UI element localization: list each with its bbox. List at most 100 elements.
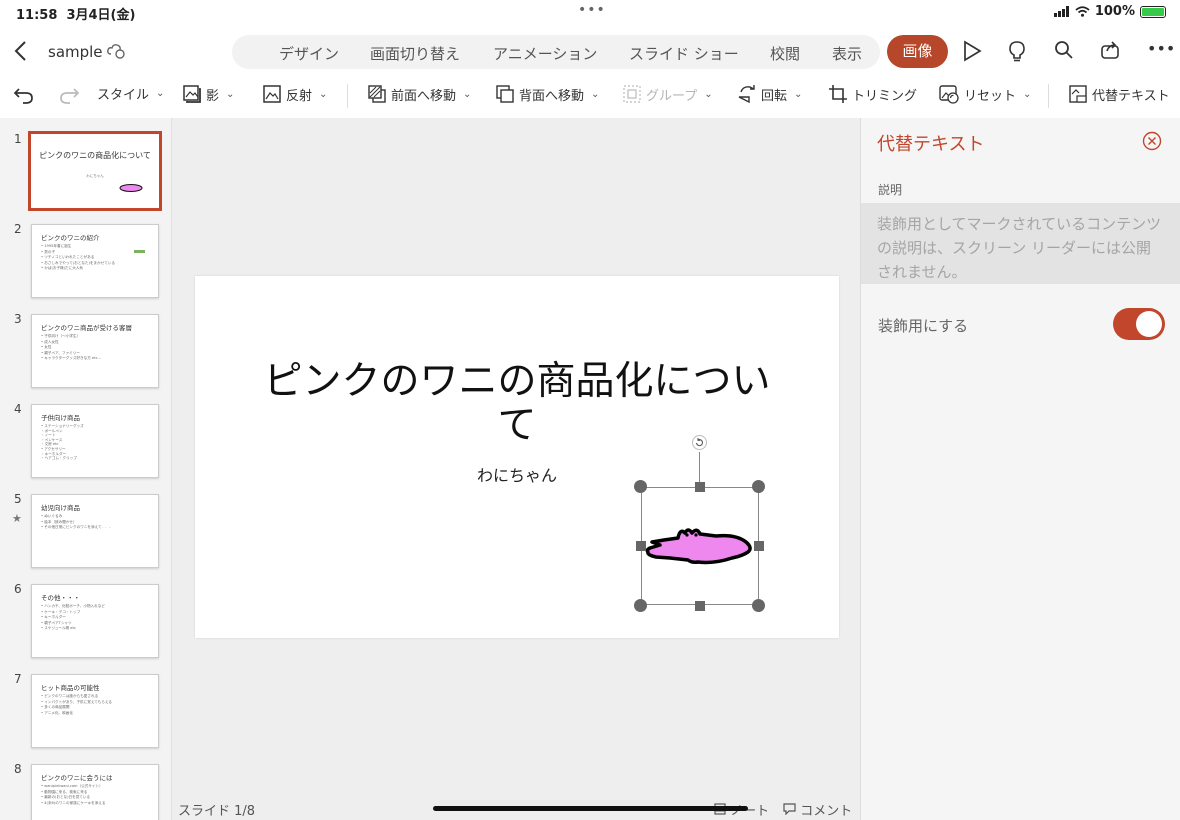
thumb-title: その他・・・ bbox=[41, 594, 80, 602]
tab-design[interactable]: デザイン bbox=[279, 43, 339, 64]
slide-preview[interactable]: その他・・・ • ハンカチ、化粧ポーチ、小物入れなど • ケーキ・デコ・トップ • … bbox=[31, 584, 159, 658]
thumb-title: ヒット商品の可能性 bbox=[41, 684, 100, 692]
rotate-handle-icon[interactable] bbox=[692, 435, 707, 450]
thumb-body: • 1995年春に誕生 • 男の子 • ツチノコといわれたことがある • おさしみでや… bbox=[41, 244, 116, 270]
rotation-stem bbox=[699, 452, 700, 486]
thumb-title: 子供向け商品 bbox=[41, 414, 80, 422]
animation-star-icon: ★ bbox=[12, 512, 22, 525]
comments-button[interactable]: コメント bbox=[783, 800, 852, 819]
thumb-title: ピンクのワニの紹介 bbox=[41, 234, 100, 242]
tab-review[interactable]: 校閲 bbox=[770, 43, 800, 64]
tab-transitions[interactable]: 画面切り替え bbox=[370, 43, 460, 64]
alt-text-panel: 代替テキスト 説明 装飾用としてマークされているコンテンツの説明は、スクリーン … bbox=[860, 118, 1180, 820]
undo-icon[interactable] bbox=[13, 84, 35, 106]
thumb-body: • ピンクのワニは誰からも愛される • インパクトがあり、子供に覚えてもらえる • … bbox=[41, 694, 112, 715]
group-icon bbox=[623, 85, 641, 103]
battery-percent: 100% bbox=[1094, 4, 1135, 19]
slide-thumb-4[interactable]: 4 子供向け商品 • ステーショナリーグッズ ・ボールペン ・ノート ・ペンケー… bbox=[0, 402, 171, 484]
decorative-toggle[interactable] bbox=[1113, 308, 1165, 340]
current-slide[interactable]: ピンクのワニの商品化について わにちゃん bbox=[195, 276, 839, 638]
style-button[interactable]: スタイル ⌄ bbox=[97, 84, 164, 103]
picture-ribbon: スタイル ⌄ 影 ⌄ 反射 ⌄ 前面へ移動 ⌄ 背面へ移動 ⌄ グループ ⌄ 回転 ⌄ トリミ… bbox=[0, 78, 1180, 114]
slide-thumb-8[interactable]: 8 ピンクのワニに会うには • wanipinkwani.com（公式サイト） •… bbox=[0, 762, 171, 820]
comment-icon bbox=[783, 803, 796, 816]
rotate-button[interactable]: 回転 ⌄ bbox=[737, 84, 802, 104]
slide-thumb-6[interactable]: 6 その他・・・ • ハンカチ、化粧ポーチ、小物入れなど • ケーキ・デコ・トップ… bbox=[0, 582, 171, 664]
group-button[interactable]: グループ ⌄ bbox=[622, 84, 713, 104]
back-chevron-icon[interactable] bbox=[14, 40, 28, 62]
resize-handle-left[interactable] bbox=[636, 541, 646, 551]
more-icon[interactable]: ••• bbox=[1147, 39, 1175, 58]
toggle-knob bbox=[1136, 311, 1162, 337]
search-icon[interactable] bbox=[1054, 40, 1074, 60]
resize-handle-bottom-right[interactable] bbox=[752, 599, 765, 612]
thumb-body: • ハンカチ、化粧ポーチ、小物入れなど • ケーキ・デコ・トップ • キーホルダー •… bbox=[41, 604, 105, 630]
alt-text-button[interactable]: 代替テキスト bbox=[1068, 84, 1170, 104]
bring-forward-button[interactable]: 前面へ移動 ⌄ bbox=[367, 84, 471, 104]
thumb-body: • 子供向け（〜小学生） • 成人女性 • 女性 • 親子ペア、ファミリー • キャラク… bbox=[41, 334, 102, 360]
slide-number: 8 bbox=[14, 762, 22, 776]
close-icon[interactable] bbox=[1142, 131, 1162, 151]
title-bar: sample デザイン 画面切り替え アニメーション スライド ショー 校閲 表… bbox=[0, 30, 1180, 74]
slide-preview[interactable]: ヒット商品の可能性 • ピンクのワニは誰からも愛される • インパクトがあり、子供… bbox=[31, 674, 159, 748]
tab-slideshow[interactable]: スライド ショー bbox=[629, 43, 739, 64]
thumb-title: ピンクのワニ商品が受ける客層 bbox=[41, 324, 132, 332]
slide-canvas: ピンクのワニの商品化について わにちゃん スライド 1/8 ノート コメント bbox=[172, 118, 860, 820]
slide-thumb-1[interactable]: 1 ピンクのワニの商品化について わにちゃん bbox=[0, 131, 171, 214]
slide-thumb-5[interactable]: 5 ★ 幼児向け商品 • ぬいぐるみ • 絵本（読み聞かせ） • その他日常にピンク… bbox=[0, 492, 171, 574]
thumb-body: • wanipinkwani.com（公式サイト） • 動物園に来る、検索に来る •… bbox=[41, 784, 106, 805]
reflection-button[interactable]: 反射 ⌄ bbox=[262, 84, 327, 104]
selection-box bbox=[641, 487, 759, 605]
play-icon[interactable] bbox=[962, 40, 982, 62]
slide-preview[interactable]: 子供向け商品 • ステーショナリーグッズ ・ボールペン ・ノート ・ペンケース … bbox=[31, 404, 159, 478]
slide-number: 1 bbox=[14, 132, 22, 146]
shadow-icon bbox=[183, 85, 201, 103]
wifi-icon bbox=[1075, 6, 1090, 17]
bring-forward-icon bbox=[368, 85, 386, 103]
signal-icon bbox=[1053, 6, 1069, 17]
slide-thumb-2[interactable]: 2 ピンクのワニの紹介 • 1995年春に誕生 • 男の子 • ツチノコといわれたこ… bbox=[0, 222, 171, 304]
share-icon[interactable] bbox=[1100, 40, 1120, 60]
status-bar: 11:58 3月4日(金) ••• 100% bbox=[0, 0, 1180, 24]
thumb-subtitle: わにちゃん bbox=[86, 174, 104, 178]
slide-thumb-7[interactable]: 7 ヒット商品の可能性 • ピンクのワニは誰からも愛される • インパクトがあり、… bbox=[0, 672, 171, 754]
slide-subtitle[interactable]: わにちゃん bbox=[417, 462, 617, 486]
resize-handle-bottom[interactable] bbox=[695, 601, 705, 611]
slide-preview[interactable]: ピンクのワニ商品が受ける客層 • 子供向け（〜小学生） • 成人女性 • 女性 • 親… bbox=[31, 314, 159, 388]
redo-icon[interactable] bbox=[58, 84, 80, 106]
slide-thumb-3[interactable]: 3 ピンクのワニ商品が受ける客層 • 子供向け（〜小学生） • 成人女性 • 女性 •… bbox=[0, 312, 171, 394]
reset-picture-icon bbox=[939, 85, 959, 104]
slide-number: 5 bbox=[14, 492, 22, 506]
slide-preview[interactable]: 幼児向け商品 • ぬいぐるみ • 絵本（読み聞かせ） • その他日常にピンクのワニを… bbox=[31, 494, 159, 568]
lightbulb-icon[interactable] bbox=[1008, 40, 1026, 62]
ribbon-divider bbox=[1048, 84, 1049, 108]
reset-button[interactable]: リセット ⌄ bbox=[938, 84, 1031, 104]
crop-button[interactable]: トリミング bbox=[828, 84, 917, 104]
slide-preview[interactable]: ピンクのワニの商品化について わにちゃん bbox=[28, 131, 162, 211]
resize-handle-top[interactable] bbox=[695, 482, 705, 492]
rotate-icon bbox=[738, 85, 755, 104]
resize-handle-right[interactable] bbox=[754, 541, 764, 551]
slide-number: 6 bbox=[14, 582, 22, 596]
thumb-body: • ぬいぐるみ • 絵本（読み聞かせ） • その他日常にピンクのワニを添えて．．． bbox=[41, 514, 113, 529]
home-indicator[interactable] bbox=[433, 806, 748, 811]
send-backward-icon bbox=[496, 85, 514, 103]
resize-handle-top-left[interactable] bbox=[634, 480, 647, 493]
shadow-button[interactable]: 影 ⌄ bbox=[182, 84, 234, 104]
resize-handle-top-right[interactable] bbox=[752, 480, 765, 493]
send-backward-button[interactable]: 背面へ移動 ⌄ bbox=[495, 84, 599, 104]
cloud-sync-icon[interactable] bbox=[106, 42, 126, 60]
tab-picture[interactable]: 画像 bbox=[887, 35, 948, 68]
description-field[interactable]: 装飾用としてマークされているコンテンツの説明は、スクリーン リーダーには公開され… bbox=[861, 203, 1180, 284]
thumb-body: • ステーショナリーグッズ ・ボールペン ・ノート ・ペンケース ・文房 etc… bbox=[41, 424, 84, 461]
multitasking-dots-icon[interactable]: ••• bbox=[578, 2, 606, 18]
tab-view[interactable]: 表示 bbox=[832, 43, 862, 64]
resize-handle-bottom-left[interactable] bbox=[634, 599, 647, 612]
slide-preview[interactable]: ピンクのワニに会うには • wanipinkwani.com（公式サイト） • 動… bbox=[31, 764, 159, 820]
file-name[interactable]: sample bbox=[48, 43, 103, 61]
tab-animations[interactable]: アニメーション bbox=[493, 43, 597, 64]
slide-number: 7 bbox=[14, 672, 22, 686]
alt-text-icon bbox=[1069, 85, 1087, 103]
thumb-image bbox=[134, 250, 145, 253]
slide-preview[interactable]: ピンクのワニの紹介 • 1995年春に誕生 • 男の子 • ツチノコといわれたことが… bbox=[31, 224, 159, 298]
